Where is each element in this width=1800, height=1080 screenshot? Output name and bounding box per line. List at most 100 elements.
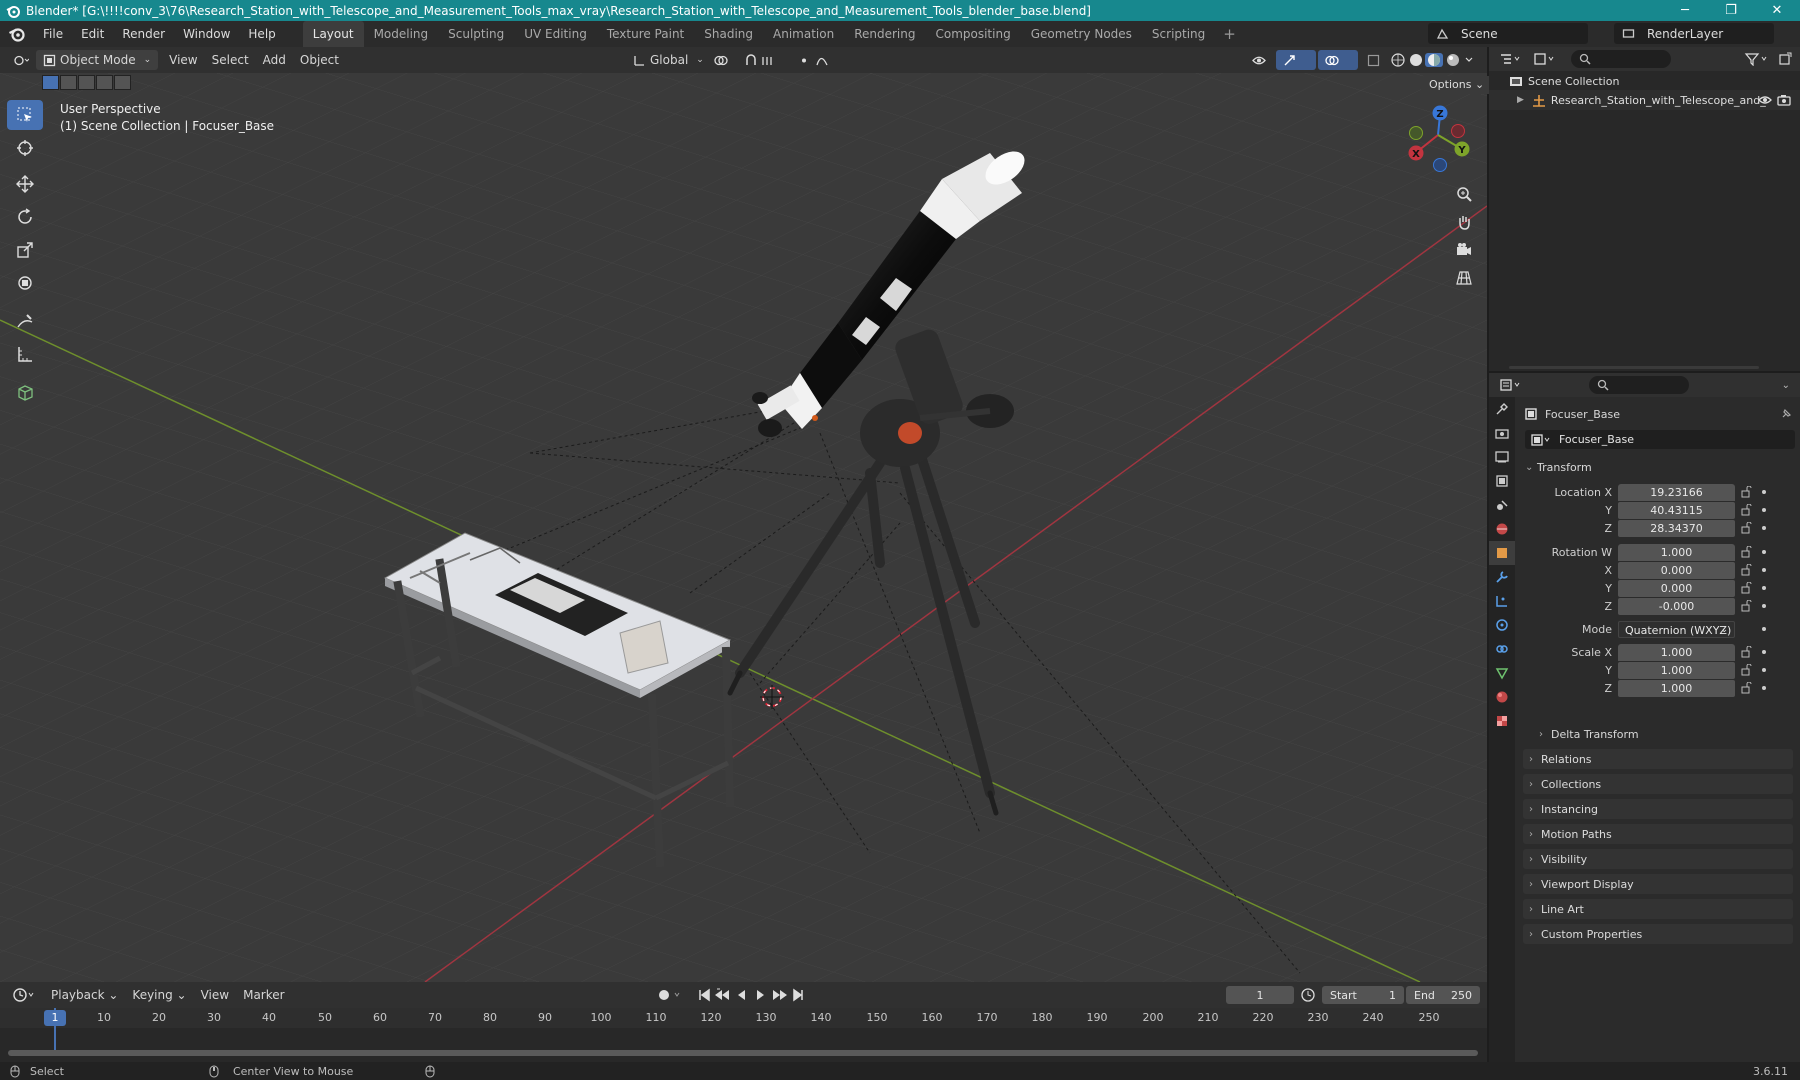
scale-y-field[interactable]: 1.000	[1618, 661, 1735, 679]
tab-animation[interactable]: Animation	[763, 21, 844, 47]
menu-view[interactable]: View	[162, 50, 204, 70]
editor-type-button[interactable]	[6, 50, 36, 70]
add-cube-tool[interactable]	[7, 377, 43, 407]
viewport-display-panel[interactable]: › Viewport Display	[1523, 874, 1793, 894]
select-new-button[interactable]	[42, 75, 59, 90]
tab-render-icon[interactable]	[1489, 421, 1515, 445]
tab-view-layer-icon[interactable]	[1489, 469, 1515, 493]
start-frame-field[interactable]: Start 1	[1322, 986, 1404, 1004]
menu-marker[interactable]: Marker	[236, 985, 291, 1005]
measure-tool[interactable]	[7, 339, 43, 369]
tab-data-icon[interactable]	[1489, 661, 1515, 685]
object-name-field[interactable]: Focuser_Base	[1525, 430, 1795, 449]
properties-search-input[interactable]	[1589, 376, 1689, 394]
overlays-toggle-button[interactable]	[1318, 50, 1358, 70]
expand-arrow-icon[interactable]: ▶	[1517, 95, 1524, 105]
location-x-field[interactable]: 19.23166	[1618, 483, 1735, 501]
keyframe-dot-icon[interactable]	[1761, 549, 1767, 555]
select-invert-button[interactable]	[96, 75, 113, 90]
tab-tool-icon[interactable]	[1489, 397, 1515, 421]
lock-icon[interactable]	[1741, 546, 1755, 558]
menu-object[interactable]: Object	[293, 50, 346, 70]
tab-modeling[interactable]: Modeling	[364, 21, 439, 47]
xray-toggle-button[interactable]	[1360, 50, 1387, 70]
move-tool[interactable]	[7, 169, 43, 199]
tab-object-icon[interactable]	[1489, 541, 1515, 565]
render-camera-icon[interactable]	[1777, 94, 1791, 106]
menu-window[interactable]: Window	[174, 21, 239, 47]
delta-transform-subpanel[interactable]: › Delta Transform	[1539, 725, 1789, 743]
location-y-field[interactable]: 40.43115	[1618, 501, 1735, 519]
auto-keying-icon[interactable]	[657, 988, 687, 1002]
preview-range-icon[interactable]	[1301, 988, 1317, 1002]
properties-editor-icon[interactable]	[1499, 378, 1525, 392]
playback-controls[interactable]	[698, 988, 804, 1002]
menu-add[interactable]: Add	[256, 50, 293, 70]
instancing-panel[interactable]: › Instancing	[1523, 799, 1793, 819]
tab-world-icon[interactable]	[1489, 517, 1515, 541]
transform-panel-header[interactable]: ⌄ Transform	[1525, 457, 1795, 477]
outliner-scrollbar[interactable]	[1509, 366, 1759, 369]
keyframe-dot-icon[interactable]	[1761, 489, 1767, 495]
minimize-button[interactable]: ─	[1662, 0, 1708, 21]
object-mode-dropdown[interactable]: Object Mode ⌄	[36, 50, 159, 70]
menu-select[interactable]: Select	[205, 50, 256, 70]
lock-icon[interactable]	[1741, 486, 1755, 498]
visibility-panel[interactable]: › Visibility	[1523, 849, 1793, 869]
menu-edit[interactable]: Edit	[72, 21, 113, 47]
3d-viewport[interactable]: Z X Y User Perspective (1) Scene Collect…	[0, 73, 1487, 982]
outliner-row-research-station[interactable]: ▶ Research_Station_with_Telescope_and_	[1489, 90, 1800, 110]
menu-timeline-view[interactable]: View	[194, 985, 236, 1005]
collections-panel[interactable]: › Collections	[1523, 774, 1793, 794]
tab-texture-icon[interactable]	[1489, 709, 1515, 733]
lock-icon[interactable]	[1741, 664, 1755, 676]
scale-z-field[interactable]: 1.000	[1618, 679, 1735, 697]
rotation-x-field[interactable]: 0.000	[1618, 561, 1735, 579]
lock-icon[interactable]	[1741, 646, 1755, 658]
menu-playback[interactable]: Playback ⌄	[44, 985, 125, 1005]
menu-keying[interactable]: Keying ⌄	[125, 985, 193, 1005]
pan-hand-icon[interactable]	[1452, 210, 1476, 234]
menu-file[interactable]: File	[34, 21, 72, 47]
keyframe-dot-icon[interactable]	[1761, 685, 1767, 691]
menu-help[interactable]: Help	[239, 21, 284, 47]
relations-panel[interactable]: › Relations	[1523, 749, 1793, 769]
line-art-panel[interactable]: › Line Art	[1523, 899, 1793, 919]
chevron-down-icon[interactable]: ⌄	[1782, 380, 1790, 391]
render-layer-selector[interactable]: RenderLayer	[1614, 23, 1774, 44]
tab-physics-icon[interactable]	[1489, 613, 1515, 637]
select-subtract-button[interactable]	[78, 75, 95, 90]
transform-orientation-dropdown[interactable]: Global ⌄	[626, 50, 711, 70]
timeline-scrollbar[interactable]	[8, 1050, 1478, 1056]
eye-icon[interactable]	[1758, 94, 1772, 106]
tab-layout[interactable]: Layout	[302, 21, 364, 47]
scale-x-field[interactable]: 1.000	[1618, 643, 1735, 661]
keyframe-dot-icon[interactable]	[1761, 667, 1767, 673]
location-z-field[interactable]: 28.34370	[1618, 519, 1735, 537]
rotation-mode-dropdown[interactable]: Quaternion (WXYZ) ⌄	[1618, 620, 1735, 638]
lock-icon[interactable]	[1741, 600, 1755, 612]
annotate-tool[interactable]	[7, 306, 43, 336]
current-frame-field[interactable]: 1	[1226, 986, 1294, 1004]
timeline-editor-type-button[interactable]	[6, 985, 44, 1005]
tab-material-icon[interactable]	[1489, 685, 1515, 709]
tab-shading[interactable]: Shading	[694, 21, 763, 47]
rotation-w-field[interactable]: 1.000	[1618, 543, 1735, 561]
tab-output-icon[interactable]	[1489, 445, 1515, 469]
blender-menu-icon[interactable]	[8, 25, 26, 43]
tab-particles-icon[interactable]	[1489, 589, 1515, 613]
select-box-tool[interactable]	[7, 100, 43, 130]
pin-icon[interactable]	[1780, 408, 1792, 420]
rotation-z-field[interactable]: -0.000	[1618, 597, 1735, 615]
tab-compositing[interactable]: Compositing	[925, 21, 1020, 47]
gizmo-toggle-button[interactable]	[1276, 50, 1316, 70]
add-workspace-button[interactable]: +	[1215, 25, 1244, 43]
outliner-row-scene-collection[interactable]: Scene Collection	[1489, 71, 1800, 91]
outliner-search-input[interactable]	[1571, 50, 1671, 68]
tab-uv-editing[interactable]: UV Editing	[514, 21, 597, 47]
perspective-toggle-icon[interactable]	[1452, 266, 1476, 290]
tab-sculpting[interactable]: Sculpting	[438, 21, 514, 47]
lock-icon[interactable]	[1741, 682, 1755, 694]
lock-icon[interactable]	[1741, 522, 1755, 534]
transform-tool[interactable]	[7, 268, 43, 298]
